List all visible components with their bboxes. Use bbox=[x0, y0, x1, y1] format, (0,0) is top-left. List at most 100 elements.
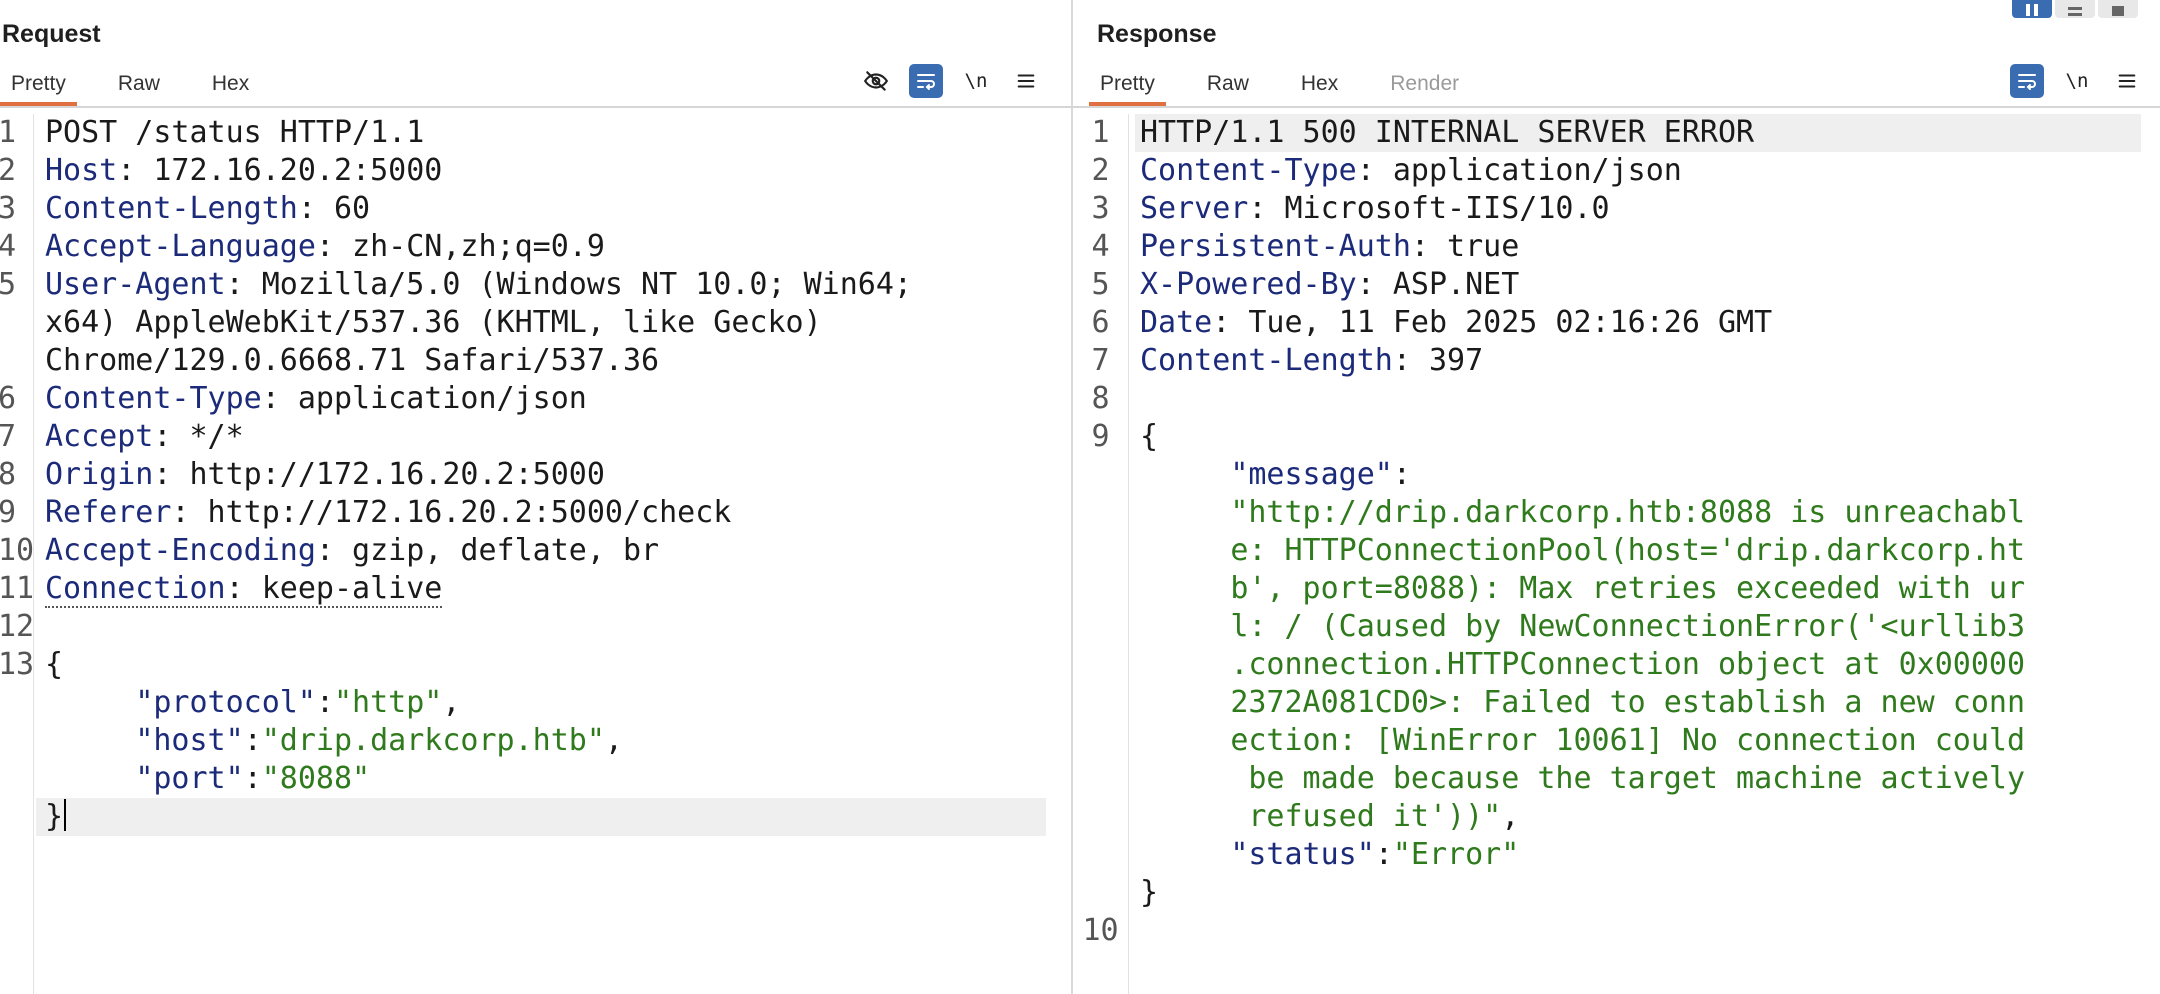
json-value-line: ection: [WinError 10061] No connection c… bbox=[1140, 722, 2148, 760]
json-value: .connection.HTTPConnection object at 0x0… bbox=[1230, 647, 2026, 682]
header-name: Host bbox=[45, 153, 118, 188]
json-value: "http" bbox=[334, 685, 443, 720]
header-value: Microsoft-IIS/10.0 bbox=[1266, 191, 1610, 226]
layout-stacked-button[interactable] bbox=[2055, 0, 2095, 18]
response-editor[interactable]: 1 2 3 4 5 6 7 8 9 10 HTTP/1.1 500 INTERN… bbox=[1073, 114, 2160, 994]
json-value-line: .connection.HTTPConnection object at 0x0… bbox=[1140, 646, 2148, 684]
json-value-line: refused it'))", bbox=[1230, 799, 1520, 834]
request-newline-button[interactable]: \n bbox=[959, 64, 993, 98]
json-brace: } bbox=[45, 799, 64, 834]
header-value: ASP.NET bbox=[1374, 267, 1520, 302]
header-name: Content-Length bbox=[1140, 343, 1393, 378]
header-line: Content-Length: 60 bbox=[45, 191, 371, 226]
response-tab-render[interactable]: Render bbox=[1379, 66, 1470, 106]
response-tab-rule bbox=[1073, 106, 2160, 108]
request-tab-pretty[interactable]: Pretty bbox=[0, 66, 77, 106]
line-number: 9 bbox=[1091, 419, 1110, 454]
json-key: "port" bbox=[135, 761, 244, 796]
line-number: 6 bbox=[0, 381, 17, 416]
menu-icon bbox=[2118, 74, 2136, 88]
json-key: "host" bbox=[135, 723, 244, 758]
request-tabs: Pretty Raw Hex bbox=[0, 66, 290, 106]
line-number: 2 bbox=[0, 153, 17, 188]
json-line: { bbox=[1140, 418, 2148, 456]
header-name: Accept bbox=[45, 419, 154, 454]
header-value: http://172.16.20.2:5000/check bbox=[189, 495, 732, 530]
response-newline-button[interactable]: \n bbox=[2060, 64, 2094, 98]
menu-icon bbox=[1017, 74, 1035, 88]
header-line: Origin: http://172.16.20.2:5000 bbox=[45, 457, 605, 492]
header-value: x64) AppleWebKit/537.36 (KHTML, like Gec… bbox=[45, 305, 822, 340]
line-number: 4 bbox=[0, 229, 17, 264]
json-value: ection: [WinError 10061] No connection c… bbox=[1230, 723, 2026, 758]
header-value: 172.16.20.2:5000 bbox=[135, 153, 443, 188]
response-menu-button[interactable] bbox=[2110, 64, 2144, 98]
status-line: HTTP/1.1 500 INTERNAL SERVER ERROR bbox=[1140, 114, 2148, 152]
line-number: 1 bbox=[0, 115, 17, 150]
request-menu-button[interactable] bbox=[1009, 64, 1043, 98]
line-number: 8 bbox=[1091, 381, 1110, 416]
request-pane: Request Pretty Raw Hex \n 1 2 3 4 5 6 7 … bbox=[0, 0, 1071, 994]
response-tab-raw[interactable]: Raw bbox=[1196, 66, 1260, 106]
header-line: Accept: */* bbox=[45, 419, 244, 454]
line-number: 10 bbox=[1082, 913, 1119, 948]
layout-switcher bbox=[2009, 0, 2138, 18]
request-editor[interactable]: 1 2 3 4 5 6 7 8 9 10 11 12 13 POST /stat… bbox=[0, 114, 1071, 994]
json-value-line: "http://drip.darkcorp.htb:8088 is unreac… bbox=[1140, 494, 2148, 532]
header-line: Server: Microsoft-IIS/10.0 bbox=[1140, 191, 1610, 226]
json-value: 2372A081CD0>: Failed to establish a new … bbox=[1230, 685, 2026, 720]
request-toolbar: \n bbox=[843, 64, 1043, 98]
line-number: 3 bbox=[1091, 191, 1110, 226]
request-title: Request bbox=[2, 20, 101, 48]
line-number: 7 bbox=[1091, 343, 1110, 378]
response-wrap-button[interactable] bbox=[2010, 64, 2044, 98]
request-wrap-button[interactable] bbox=[909, 64, 943, 98]
json-line: "message": bbox=[1230, 457, 1411, 492]
json-value: be made because the target machine activ… bbox=[1230, 761, 2026, 796]
json-value-line: b', port=8088): Max retries exceeded wit… bbox=[1140, 570, 2148, 608]
json-value: b', port=8088): Max retries exceeded wit… bbox=[1230, 571, 2026, 606]
header-line: Persistent-Auth: true bbox=[1140, 229, 1520, 264]
header-value: application/json bbox=[1374, 153, 1682, 188]
json-line: } bbox=[45, 798, 1045, 836]
response-line-gutter: 1 2 3 4 5 6 7 8 9 10 bbox=[1073, 114, 1129, 994]
header-name: Accept-Encoding bbox=[45, 533, 316, 568]
header-value: Mozilla/5.0 (Windows NT 10.0; Win64; bbox=[243, 267, 912, 302]
request-line: POST /status HTTP/1.1 bbox=[45, 114, 1045, 152]
json-value: "http://drip.darkcorp.htb:8088 is unreac… bbox=[1230, 495, 2026, 530]
header-value: Tue, 11 Feb 2025 02:16:26 GMT bbox=[1230, 305, 1773, 340]
response-tab-pretty[interactable]: Pretty bbox=[1089, 66, 1166, 106]
header-line: X-Powered-By: ASP.NET bbox=[1140, 267, 1520, 302]
header-line: User-Agent: Mozilla/5.0 (Windows NT 10.0… bbox=[45, 267, 912, 302]
json-line: } bbox=[1140, 874, 2148, 912]
wrap-icon bbox=[917, 74, 935, 90]
line-number: 1 bbox=[1091, 115, 1110, 150]
request-tab-hex[interactable]: Hex bbox=[201, 66, 260, 106]
eye-off-icon bbox=[863, 71, 889, 91]
line-number: 6 bbox=[1091, 305, 1110, 340]
json-value-line: e: HTTPConnectionPool(host='drip.darkcor… bbox=[1140, 532, 2148, 570]
json-line: "host":"drip.darkcorp.htb", bbox=[135, 723, 623, 758]
header-name: Content-Type bbox=[45, 381, 262, 416]
header-name: Content-Type bbox=[1140, 153, 1357, 188]
json-key: "protocol" bbox=[135, 685, 316, 720]
header-line: Referer: http://172.16.20.2:5000/check bbox=[45, 495, 732, 530]
hide-nonprintable-button[interactable] bbox=[859, 64, 893, 98]
layout-tabs-button[interactable] bbox=[2098, 0, 2138, 18]
layout-side-by-side-button[interactable] bbox=[2012, 0, 2052, 18]
header-name: Content-Length bbox=[45, 191, 298, 226]
line-number: 7 bbox=[0, 419, 17, 454]
header-line: Date: Tue, 11 Feb 2025 02:16:26 GMT bbox=[1140, 305, 1773, 340]
json-brace: } bbox=[1140, 875, 1159, 910]
response-tab-hex[interactable]: Hex bbox=[1290, 66, 1349, 106]
header-line: Content-Type: application/json bbox=[45, 381, 587, 416]
header-value: zh-CN,zh;q=0.9 bbox=[334, 229, 605, 264]
json-value-line: 2372A081CD0>: Failed to establish a new … bbox=[1140, 684, 2148, 722]
newline-icon: \n bbox=[2065, 70, 2089, 92]
header-name: User-Agent bbox=[45, 267, 226, 302]
request-tab-raw[interactable]: Raw bbox=[107, 66, 171, 106]
line-number: 3 bbox=[0, 191, 17, 226]
request-tab-rule bbox=[0, 106, 1071, 108]
header-name: Date bbox=[1140, 305, 1213, 340]
json-line: { bbox=[45, 646, 1045, 684]
